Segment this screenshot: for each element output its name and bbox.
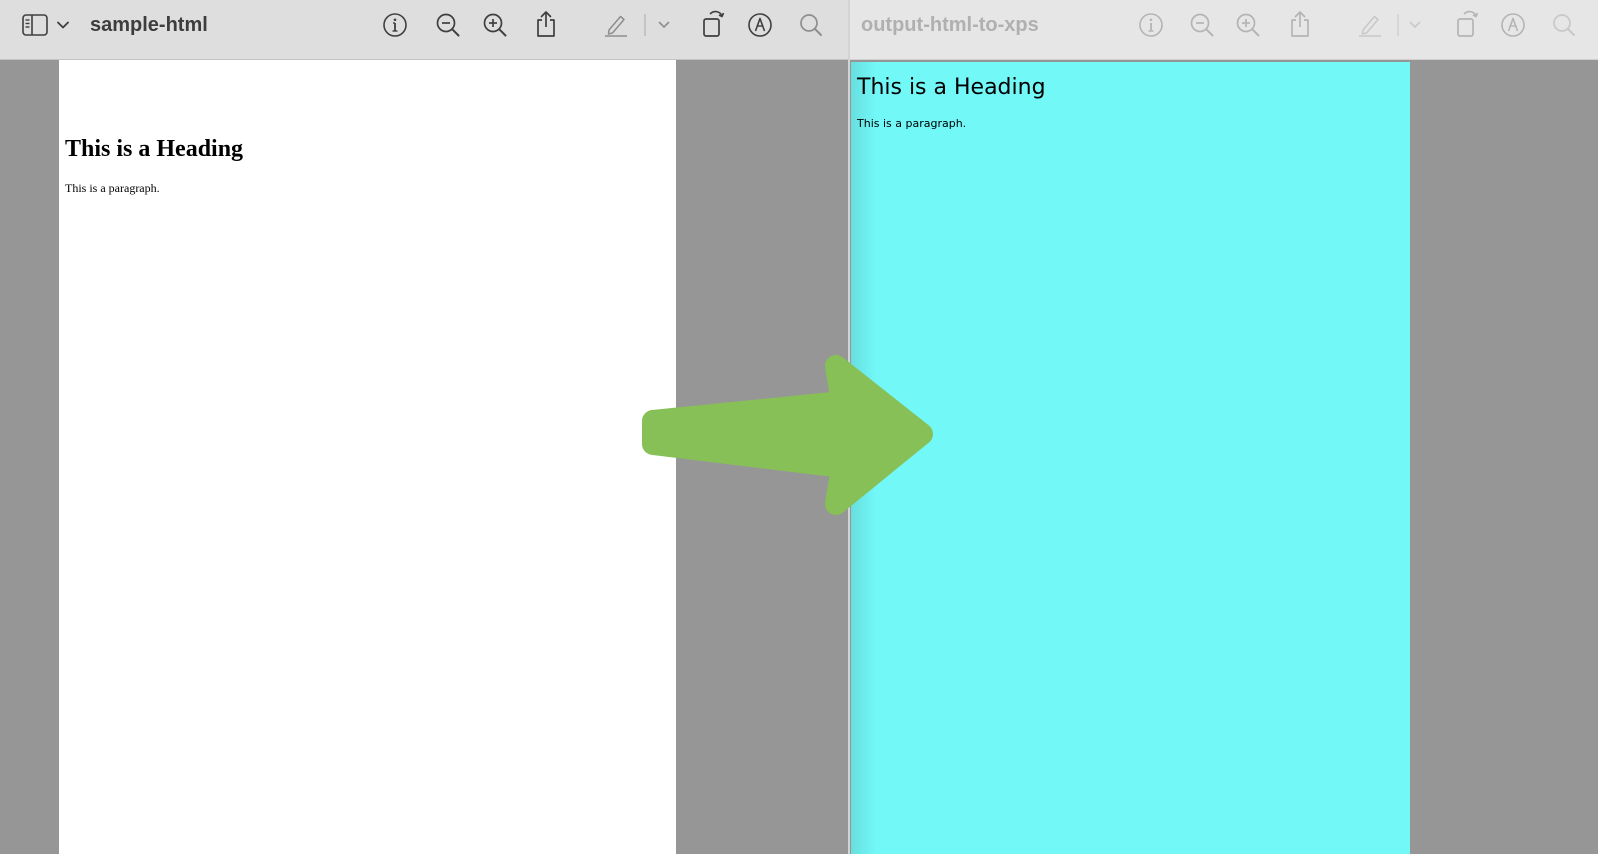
share-icon[interactable]: [1287, 8, 1313, 40]
markup-icon[interactable]: [1499, 11, 1527, 39]
chevron-down-icon[interactable]: [656, 17, 672, 33]
chevron-down-icon[interactable]: [55, 17, 71, 33]
page-heading: This is a Heading: [65, 136, 244, 162]
zoom-in-icon[interactable]: [481, 11, 509, 39]
search-icon[interactable]: [797, 11, 825, 39]
toolbar-divider: [1397, 14, 1399, 36]
chevron-down-icon[interactable]: [1407, 17, 1423, 33]
source-html-page: This is a Heading This is a paragraph.: [59, 60, 676, 854]
zoom-out-icon[interactable]: [1188, 11, 1216, 39]
info-icon[interactable]: [381, 11, 409, 39]
highlight-pen-icon[interactable]: [602, 10, 630, 38]
page-paragraph: This is a paragraph.: [65, 181, 160, 195]
output-xps-page: This is a Heading This is a paragraph.: [851, 62, 1410, 854]
rotate-icon[interactable]: [1451, 7, 1481, 39]
zoom-out-icon[interactable]: [434, 11, 462, 39]
rotate-icon[interactable]: [697, 7, 727, 39]
toolbar-divider: [644, 14, 646, 36]
search-icon[interactable]: [1550, 11, 1578, 39]
info-icon[interactable]: [1137, 11, 1165, 39]
source-viewer-window: sample-html This is a Heading This is a …: [0, 0, 848, 854]
document-title: sample-html: [90, 14, 208, 36]
zoom-in-icon[interactable]: [1234, 11, 1262, 39]
sidebar-icon[interactable]: [20, 12, 50, 38]
share-icon[interactable]: [533, 8, 559, 40]
toolbar: sample-html: [0, 0, 848, 60]
markup-icon[interactable]: [746, 11, 774, 39]
document-title: output-html-to-xps: [861, 14, 1039, 36]
page-heading: This is a Heading: [857, 75, 1046, 100]
highlight-pen-icon[interactable]: [1356, 10, 1384, 38]
page-paragraph: This is a paragraph.: [857, 117, 967, 130]
output-viewer-window: output-html-to-xps This is a Heading Thi…: [850, 0, 1598, 854]
toolbar: output-html-to-xps: [850, 0, 1598, 60]
